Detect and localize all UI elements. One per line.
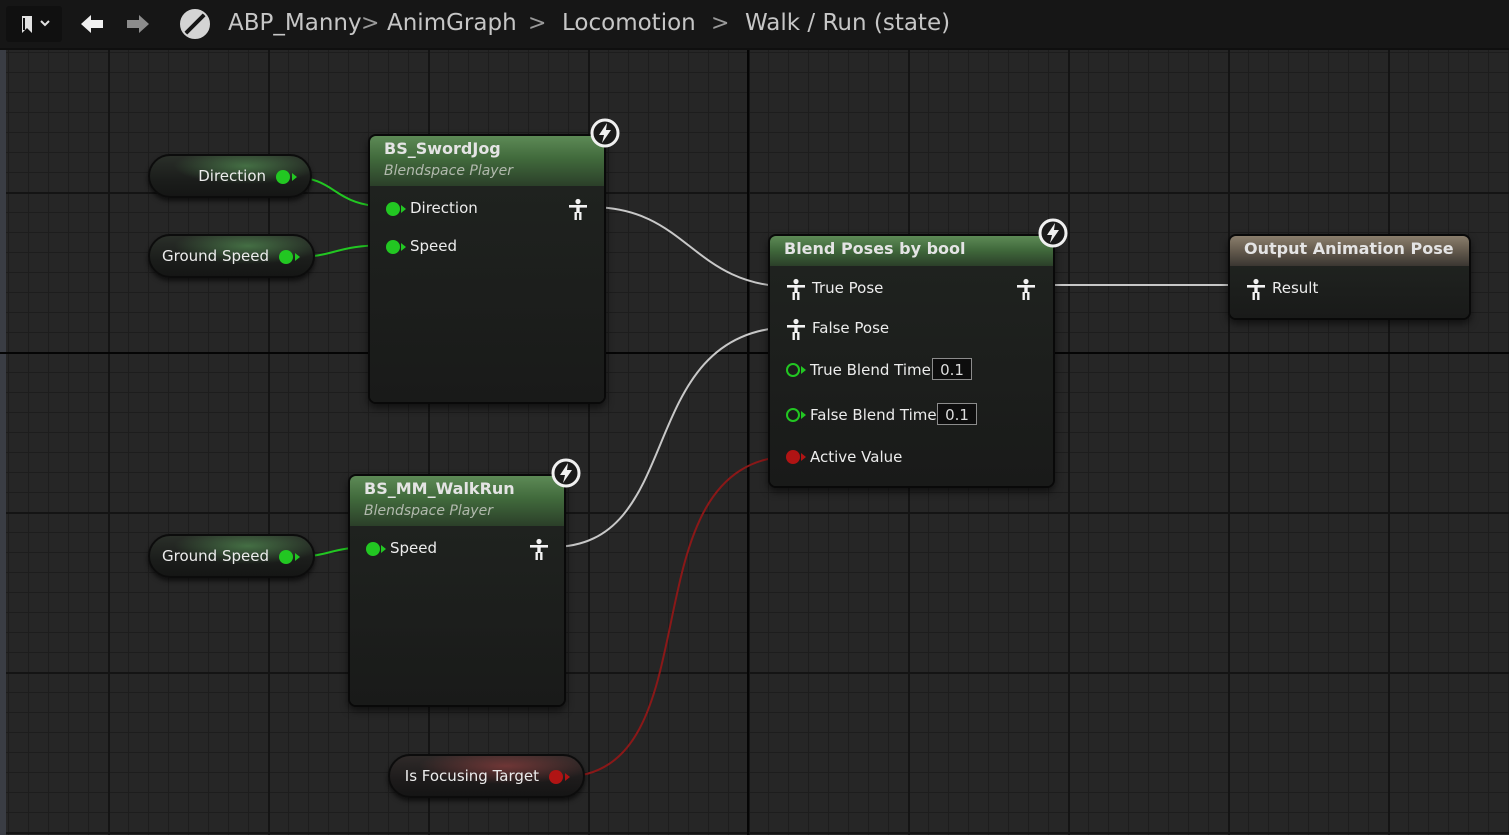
pin-label-direction: Direction <box>410 199 478 217</box>
graph-origin-axis-horizontal <box>0 352 1509 354</box>
node-blend-poses-by-bool[interactable]: Blend Poses by bool True Pose False Pose <box>768 234 1055 488</box>
pin-arrow-icon <box>401 243 406 251</box>
arrow-right-icon <box>127 15 149 33</box>
input-pin-true-blend-time[interactable] <box>786 363 800 377</box>
input-pin-speed[interactable] <box>386 240 400 254</box>
pin-label-true-blend-time: True Blend Time <box>810 361 931 379</box>
true-blend-time-input[interactable]: 0.1 <box>932 358 972 380</box>
variable-label: Ground Speed <box>162 547 269 565</box>
breadcrumb-separator: > <box>361 11 380 36</box>
node-header[interactable]: BS_SwordJog Blendspace Player <box>370 136 604 186</box>
pose-input-icon[interactable] <box>786 318 806 340</box>
breadcrumb-locomotion[interactable]: Locomotion <box>562 8 696 38</box>
breadcrumb-bar: ABP_Manny > AnimGraph > Locomotion > Wal… <box>0 0 1509 50</box>
pin-arrow-icon <box>801 411 806 419</box>
output-pin[interactable] <box>549 770 563 784</box>
breadcrumb-state[interactable]: Walk / Run (state) <box>745 8 950 38</box>
node-title: Blend Poses by bool <box>784 239 966 258</box>
input-pin-speed[interactable] <box>366 542 380 556</box>
pose-output-icon[interactable] <box>1016 278 1036 300</box>
node-bs-swordjog[interactable]: BS_SwordJog Blendspace Player Direction … <box>368 134 606 404</box>
output-pin[interactable] <box>279 550 293 564</box>
pin-arrow-icon <box>381 545 386 553</box>
variable-ground-speed[interactable]: Ground Speed <box>148 234 315 278</box>
pin-label-false-blend-time: False Blend Time <box>810 406 937 424</box>
forward-button[interactable] <box>120 6 156 42</box>
variable-label: Direction <box>198 167 266 185</box>
pose-input-icon[interactable] <box>786 278 806 300</box>
breadcrumb-asset[interactable]: ABP_Manny <box>228 8 362 38</box>
node-title: BS_SwordJog <box>384 139 501 158</box>
bookmark-button[interactable] <box>6 6 62 42</box>
arrow-left-icon <box>81 15 103 33</box>
variable-label: Is Focusing Target <box>404 767 539 785</box>
pin-arrow-icon <box>295 253 300 261</box>
pin-arrow-icon <box>401 205 406 213</box>
input-pin-direction[interactable] <box>386 202 400 216</box>
pin-arrow-icon <box>292 173 297 181</box>
pin-arrow-icon <box>801 453 806 461</box>
breadcrumb-separator: > <box>528 11 547 36</box>
pin-label-active-value: Active Value <box>810 448 903 466</box>
variable-direction[interactable]: Direction <box>148 154 312 198</box>
pin-label-speed: Speed <box>410 237 458 255</box>
variable-label: Ground Speed <box>162 247 269 265</box>
input-pin-active-value[interactable] <box>786 450 800 464</box>
breadcrumb-separator: > <box>711 11 730 36</box>
back-button[interactable] <box>74 6 110 42</box>
fast-path-icon <box>551 458 581 488</box>
bookmark-icon <box>22 16 50 33</box>
pin-label-speed: Speed <box>390 539 438 557</box>
pose-output-icon[interactable] <box>568 198 588 220</box>
input-pin-false-blend-time[interactable] <box>786 408 800 422</box>
canvas-left-edge <box>0 50 6 835</box>
node-header[interactable]: BS_MM_WalkRun Blendspace Player <box>350 476 564 526</box>
anim-graph-editor: ABP_Manny > AnimGraph > Locomotion > Wal… <box>0 0 1509 835</box>
output-pin[interactable] <box>279 250 293 264</box>
variable-ground-speed[interactable]: Ground Speed <box>148 534 315 578</box>
pin-arrow-icon <box>801 366 806 374</box>
pose-output-icon[interactable] <box>529 538 549 560</box>
node-output-animation-pose[interactable]: Output Animation Pose Result <box>1228 234 1471 320</box>
node-title: Output Animation Pose <box>1244 239 1454 258</box>
pin-arrow-icon <box>565 773 570 781</box>
node-subtitle: Blendspace Player <box>364 503 493 519</box>
pin-label-true-pose: True Pose <box>812 279 884 297</box>
pin-label-false-pose: False Pose <box>812 319 890 337</box>
node-header[interactable]: Output Animation Pose <box>1230 236 1469 266</box>
animgraph-icon <box>176 6 214 42</box>
node-title: BS_MM_WalkRun <box>364 479 515 498</box>
pin-label-result: Result <box>1272 279 1319 297</box>
fast-path-icon <box>1038 218 1068 248</box>
pose-input-icon[interactable] <box>1246 278 1266 300</box>
fast-path-icon <box>590 118 620 148</box>
graph-origin-axis-vertical <box>747 50 749 835</box>
breadcrumb-animgraph[interactable]: AnimGraph <box>387 8 517 38</box>
node-subtitle: Blendspace Player <box>384 163 513 179</box>
output-pin[interactable] <box>276 170 290 184</box>
node-bs-mm-walkrun[interactable]: BS_MM_WalkRun Blendspace Player Speed <box>348 474 566 707</box>
false-blend-time-input[interactable]: 0.1 <box>937 403 977 425</box>
pin-arrow-icon <box>295 553 300 561</box>
node-header[interactable]: Blend Poses by bool <box>770 236 1053 266</box>
variable-is-focusing-target[interactable]: Is Focusing Target <box>388 754 585 798</box>
